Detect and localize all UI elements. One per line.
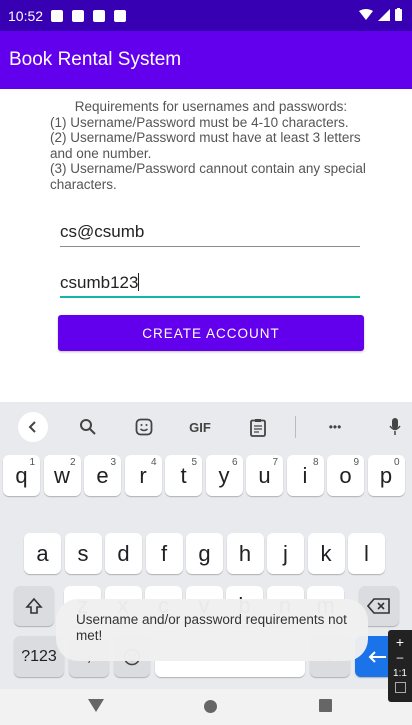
error-toast: Username and/or password requirements no… [56,599,368,661]
username-field[interactable]: cs@csumb [60,222,360,247]
emulator-zoom-panel: + – 1:1 [388,630,412,702]
shift-key[interactable] [14,586,54,626]
key-number-hint: 2 [69,457,76,468]
key-q[interactable]: q1 [3,455,40,496]
key-e[interactable]: e3 [84,455,121,496]
key-label: y [218,462,230,488]
key-label: e [96,462,109,488]
settings-notification-icon [51,9,64,22]
key-a[interactable]: a [24,533,61,574]
key-label: a [36,540,49,566]
gif-label: GIF [189,419,211,435]
zoom-in-button[interactable]: + [388,630,412,650]
key-label: l [364,540,369,566]
key-i[interactable]: i8 [286,455,324,496]
key-number-hint: 1 [29,457,35,468]
zoom-ratio-label: 1:1 [393,668,407,679]
battery-icon [395,8,402,21]
microphone-icon[interactable] [380,412,410,442]
nav-back-icon[interactable] [88,699,104,712]
nav-recents-icon[interactable] [319,699,332,712]
username-value: cs@csumb [60,222,145,241]
key-label: o [339,462,352,488]
key-d[interactable]: d [105,533,142,574]
create-account-button[interactable]: CREATE ACCOUNT [58,315,364,351]
zoom-out-button[interactable]: – [388,650,412,664]
key-number-hint: 7 [272,457,278,468]
key-label: u [258,462,271,488]
wifi-icon [359,8,373,20]
key-o[interactable]: o9 [327,455,364,496]
key-number-hint: 9 [353,457,359,468]
app-bar: Book Rental System [0,31,412,89]
key-label: g [198,540,211,566]
key-r[interactable]: r4 [124,455,162,496]
key-l[interactable]: l [348,533,385,574]
key-label: w [54,462,70,488]
key-u[interactable]: u7 [246,455,283,496]
key-j[interactable]: j [267,533,304,574]
emoji-sticker-icon[interactable] [129,412,159,442]
key-w[interactable]: w2 [43,455,81,496]
key-p[interactable]: p0 [367,455,405,496]
search-icon[interactable] [73,412,103,442]
status-bar: 10:52 [0,0,412,31]
key-number-hint: 0 [393,457,400,468]
password-field[interactable]: csumb123 [60,273,360,298]
key-label: s [77,540,89,566]
password-value: csumb123 [60,273,139,292]
requirements-heading: Requirements for usernames and passwords… [74,99,348,114]
key-label: k [320,540,332,566]
key-label: f [160,540,168,566]
requirement-rule-3: (3) Username/Password cannout contain an… [50,161,366,192]
key-number-hint: 3 [110,457,116,468]
symbols-key-label: ?123 [21,647,57,665]
key-t[interactable]: t5 [165,455,202,496]
keyboard-toolbar: GIF ••• [0,402,412,452]
key-f[interactable]: f [145,533,183,574]
key-label: i [302,462,308,488]
key-label: q [15,462,28,488]
key-y[interactable]: y6 [205,455,243,496]
key-number-hint: 6 [231,457,238,468]
key-g[interactable]: g [186,533,223,574]
requirement-rule-1: (1) Username/Password must be 4-10 chara… [50,114,349,130]
key-label: h [238,540,252,566]
key-number-hint: 4 [150,457,157,468]
status-time: 10:52 [8,7,44,24]
more-options-label: ••• [328,420,342,434]
key-label: r [139,462,147,488]
nav-home-icon[interactable] [204,700,217,713]
fit-screen-icon[interactable] [394,682,406,693]
key-h[interactable]: h [226,533,264,574]
key-label: t [180,462,187,488]
key-s[interactable]: s [64,533,102,574]
key-label: j [283,540,288,566]
clipboard-icon[interactable] [243,412,273,442]
app-title: Book Rental System [9,49,182,70]
cell-signal-icon [378,8,390,21]
key-number-hint: 5 [191,457,197,468]
keyboard-back-icon[interactable] [18,412,48,442]
sd-card-notification-icon [114,9,127,22]
app-notification-icon [72,9,85,22]
requirements-text: Requirements for usernames and passwords… [50,99,372,192]
requirement-rule-2: (2) Username/Password must have at least… [50,130,361,161]
key-label: d [117,540,130,566]
create-account-label: CREATE ACCOUNT [142,325,280,341]
more-options-icon[interactable]: ••• [320,412,350,442]
text-cursor [138,273,140,291]
gif-button[interactable]: GIF [185,412,215,442]
toast-message: Username and/or password requirements no… [76,612,347,643]
key-k[interactable]: k [307,533,345,574]
key-label: p [379,462,393,488]
shield-notification-icon [93,9,106,22]
key-number-hint: 8 [312,457,319,468]
toolbar-divider [295,416,296,438]
navigation-bar [0,689,412,725]
